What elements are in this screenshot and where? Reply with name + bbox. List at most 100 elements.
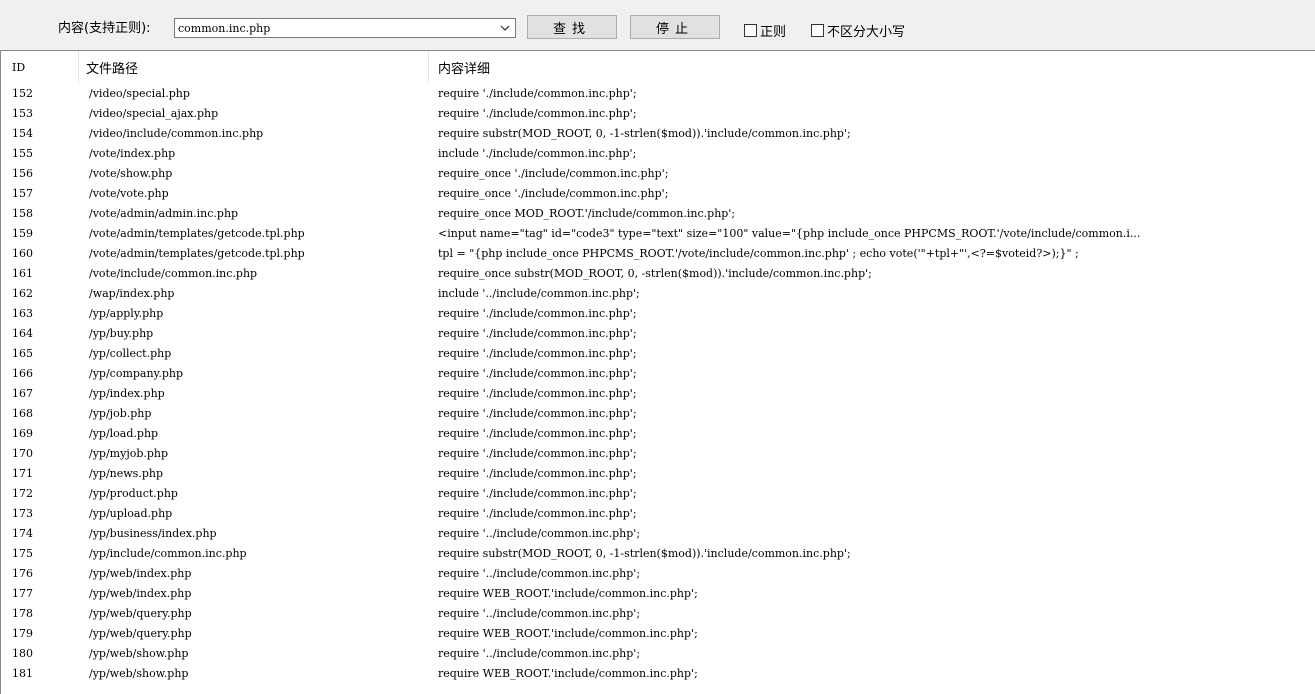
row-id: 160 (12, 247, 33, 260)
table-row[interactable]: 162/wap/index.php include '../include/com… (1, 284, 1315, 304)
table-row[interactable]: 155/vote/index.php include './include/com… (1, 144, 1315, 164)
row-detail: require '../include/common.inc.php'; (438, 527, 641, 540)
row-detail: require './include/common.inc.php'; (438, 87, 637, 100)
table-row[interactable]: 177/yp/web/index.php require WEB_ROOT.'in… (1, 584, 1315, 604)
table-row[interactable]: 170/yp/myjob.php require './include/commo… (1, 444, 1315, 464)
row-detail: require '../include/common.inc.php'; (438, 647, 641, 660)
table-row[interactable]: 181/yp/web/show.php require WEB_ROOT.'inc… (1, 664, 1315, 684)
row-path: /vote/admin/templates/getcode.tpl.php (89, 227, 305, 240)
table-row[interactable]: 152/video/special.php require './include/… (1, 84, 1315, 104)
row-id: 155 (12, 147, 33, 160)
row-path: /yp/news.php (89, 467, 163, 480)
table-row[interactable]: 175/yp/include/common.inc.php require sub… (1, 544, 1315, 564)
row-id: 158 (12, 207, 33, 220)
row-detail: require './include/common.inc.php'; (438, 507, 637, 520)
table-row[interactable]: 172/yp/product.php require './include/com… (1, 484, 1315, 504)
row-detail: require substr(MOD_ROOT, 0, -1-strlen($m… (438, 547, 851, 560)
table-row[interactable]: 166/yp/company.php require './include/com… (1, 364, 1315, 384)
table-row[interactable]: 159/vote/admin/templates/getcode.tpl.php… (1, 224, 1315, 244)
row-detail: require './include/common.inc.php'; (438, 487, 637, 500)
row-detail: require './include/common.inc.php'; (438, 327, 637, 340)
row-path: /yp/load.php (89, 427, 159, 440)
row-id: 166 (12, 367, 33, 380)
row-id: 170 (12, 447, 33, 460)
row-path: /yp/web/query.php (89, 627, 192, 640)
row-detail: <input name="tag" id="code3" type="text"… (438, 227, 1141, 240)
table-row[interactable]: 157/vote/vote.php require_once './include… (1, 184, 1315, 204)
find-button[interactable]: 查找 (527, 15, 617, 39)
table-row[interactable]: 160/vote/admin/templates/getcode.tpl.php… (1, 244, 1315, 264)
row-detail: require WEB_ROOT.'include/common.inc.php… (438, 587, 698, 600)
row-detail: require substr(MOD_ROOT, 0, -1-strlen($m… (438, 127, 851, 140)
stop-button[interactable]: 停止 (630, 15, 720, 39)
column-header-detail[interactable]: 内容详细 (429, 51, 1315, 83)
regex-checkbox[interactable]: 正则 (744, 22, 786, 40)
row-detail: require './include/common.inc.php'; (438, 407, 637, 420)
table-row[interactable]: 154/video/include/common.inc.php require … (1, 124, 1315, 144)
row-detail: require '../include/common.inc.php'; (438, 567, 641, 580)
table-row[interactable]: 161/vote/include/common.inc.php require_o… (1, 264, 1315, 284)
row-id: 173 (12, 507, 33, 520)
row-path: /vote/admin/templates/getcode.tpl.php (89, 247, 305, 260)
table-row[interactable]: 180/yp/web/show.php require '../include/c… (1, 644, 1315, 664)
row-detail: require './include/common.inc.php'; (438, 467, 637, 480)
ignore-case-checkbox[interactable]: 不区分大小写 (811, 22, 906, 40)
row-path: /vote/vote.php (89, 187, 169, 200)
table-row[interactable]: 153/video/special_ajax.php require './inc… (1, 104, 1315, 124)
row-path: /video/special.php (89, 87, 190, 100)
column-header-id[interactable]: ID (1, 51, 79, 83)
row-path: /yp/myjob.php (89, 447, 169, 460)
row-id: 178 (12, 607, 33, 620)
table-row[interactable]: 163/yp/apply.php require './include/commo… (1, 304, 1315, 324)
column-header-path[interactable]: 文件路径 (79, 51, 429, 83)
row-id: 169 (12, 427, 33, 440)
table-row[interactable]: 171/yp/news.php require './include/common… (1, 464, 1315, 484)
table-row[interactable]: 178/yp/web/query.php require '../include/… (1, 604, 1315, 624)
table-row[interactable]: 173/yp/upload.php require './include/comm… (1, 504, 1315, 524)
row-detail: include './include/common.inc.php'; (438, 147, 637, 160)
row-detail: require './include/common.inc.php'; (438, 447, 637, 460)
table-row[interactable]: 167/yp/index.php require './include/commo… (1, 384, 1315, 404)
table-row[interactable]: 156/vote/show.php require_once './include… (1, 164, 1315, 184)
row-detail: require '../include/common.inc.php'; (438, 607, 641, 620)
row-path: /yp/web/query.php (89, 607, 192, 620)
table-row[interactable]: 169/yp/load.php require './include/common… (1, 424, 1315, 444)
row-path: /yp/web/show.php (89, 667, 189, 680)
row-path: /video/special_ajax.php (89, 107, 219, 120)
row-id: 180 (12, 647, 33, 660)
row-detail: require_once substr(MOD_ROOT, 0, -strlen… (438, 267, 872, 280)
row-path: /yp/job.php (89, 407, 152, 420)
row-path: /yp/product.php (89, 487, 178, 500)
regex-checkbox-box[interactable] (744, 23, 757, 37)
row-id: 161 (12, 267, 33, 280)
ignore-case-checkbox-box[interactable] (811, 23, 824, 37)
table-row[interactable]: 165/yp/collect.php require './include/com… (1, 344, 1315, 364)
table-row[interactable]: 164/yp/buy.php require './include/common.… (1, 324, 1315, 344)
chevron-down-icon[interactable] (495, 19, 515, 37)
row-detail: require_once MOD_ROOT.'/include/common.i… (438, 207, 736, 220)
row-id: 163 (12, 307, 33, 320)
search-label: 内容(支持正则): (58, 21, 151, 36)
results-list[interactable]: ID 文件路径 内容详细 152/video/special.php requir… (0, 50, 1315, 694)
table-row[interactable]: 174/yp/business/index.php require '../inc… (1, 524, 1315, 544)
table-row[interactable]: 179/yp/web/query.php require WEB_ROOT.'in… (1, 624, 1315, 644)
table-row[interactable]: 168/yp/job.php require './include/common.… (1, 404, 1315, 424)
row-detail: require './include/common.inc.php'; (438, 427, 637, 440)
search-input[interactable]: common.inc.php (178, 21, 270, 36)
search-combobox[interactable]: common.inc.php (174, 18, 516, 38)
ignore-case-label: 不区分大小写 (827, 24, 906, 40)
row-detail: require './include/common.inc.php'; (438, 347, 637, 360)
search-toolbar: 内容(支持正则): common.inc.php 查找 停止 正则 不区分大小写 (0, 0, 1315, 44)
row-id: 179 (12, 627, 33, 640)
row-path: /video/include/common.inc.php (89, 127, 264, 140)
row-detail: require './include/common.inc.php'; (438, 387, 637, 400)
row-id: 181 (12, 667, 33, 680)
row-id: 165 (12, 347, 33, 360)
row-id: 171 (12, 467, 33, 480)
row-path: /yp/include/common.inc.php (89, 547, 247, 560)
row-path: /yp/web/index.php (89, 587, 192, 600)
row-detail: include '../include/common.inc.php'; (438, 287, 640, 300)
row-id: 152 (12, 87, 33, 100)
table-row[interactable]: 176/yp/web/index.php require '../include/… (1, 564, 1315, 584)
table-row[interactable]: 158/vote/admin/admin.inc.php require_once… (1, 204, 1315, 224)
